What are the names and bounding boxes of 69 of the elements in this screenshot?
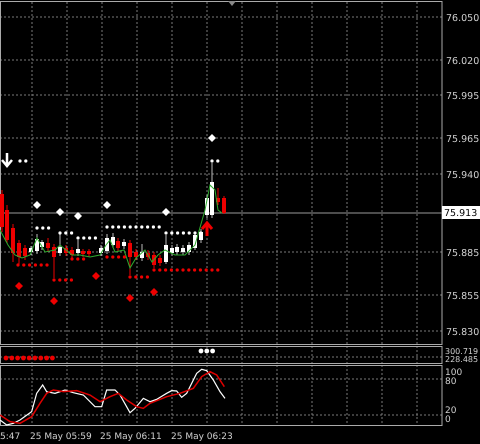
dotted-level-line	[105, 225, 161, 229]
candlestick	[181, 244, 185, 256]
candlestick	[87, 248, 91, 258]
time-axis-label: 25 May 05:59	[30, 432, 92, 442]
indicator-axis-label: 0	[445, 415, 451, 425]
candlestick	[23, 244, 27, 260]
price-axis-label: 75.855	[446, 291, 480, 302]
price-axis-label: 75.995	[446, 91, 480, 102]
indicator-axis-label: 300.719	[445, 347, 478, 356]
dotted-level-line	[152, 268, 220, 272]
candlestick	[58, 234, 62, 256]
dotted-level-line	[18, 159, 28, 163]
dotted-level-line	[16, 263, 49, 267]
candlestick	[52, 244, 56, 278]
diamond-marker	[74, 212, 82, 220]
candlestick	[46, 238, 50, 252]
candlestick	[140, 244, 144, 262]
time-axis-label: 25 May 06:23	[171, 432, 233, 442]
price-axis-label: 75.830	[446, 327, 480, 338]
diamond-marker	[208, 134, 216, 142]
dotted-level-line	[105, 255, 126, 259]
candlestick	[11, 224, 15, 262]
dotted-level-line	[210, 159, 220, 163]
diamond-marker	[15, 282, 23, 290]
diamond-marker	[33, 201, 41, 209]
down-arrow-icon	[0, 152, 14, 168]
candlestick	[134, 248, 138, 260]
candlestick	[29, 246, 33, 256]
dotted-level-line	[70, 257, 86, 261]
candlestick	[17, 240, 21, 266]
candlestick	[187, 242, 191, 256]
candlestick	[122, 238, 126, 250]
price-axis-label: 76.020	[446, 56, 480, 67]
candlestick	[99, 244, 103, 256]
indicator-axis-label: 20	[445, 406, 456, 416]
dotted-level-line	[52, 278, 73, 282]
indicator-axis-label: 100	[445, 368, 462, 378]
current-price-label: 75.913	[442, 206, 480, 219]
diamond-marker	[92, 272, 100, 280]
candlestick	[128, 240, 132, 276]
indicator-axis-label: 228.485	[445, 355, 478, 364]
diamond-marker	[162, 208, 170, 216]
dotted-level-line	[164, 231, 202, 235]
up-arrow-icon	[200, 220, 214, 238]
time-axis-label: 25 May 06:11	[100, 432, 162, 442]
dotted-level-line	[128, 275, 149, 279]
time-axis-label: 5:47	[0, 432, 20, 442]
dotted-level-line	[58, 231, 74, 235]
dotted-level-line	[76, 236, 97, 240]
candlestick	[164, 234, 168, 264]
price-axis-label: 75.965	[446, 134, 480, 145]
candlestick	[105, 234, 109, 254]
price-axis-label: 76.050	[446, 13, 480, 24]
diamond-marker	[103, 201, 111, 209]
candlestick	[152, 252, 156, 268]
candlestick	[64, 244, 68, 256]
diamond-marker	[150, 288, 158, 296]
candlestick	[216, 188, 220, 206]
indicator-axis-label: 80	[445, 377, 456, 387]
diamond-marker	[56, 208, 64, 216]
candlestick	[158, 254, 162, 266]
price-axis-label: 75.885	[446, 248, 480, 259]
diamond-marker	[126, 294, 134, 302]
diamond-marker	[50, 297, 58, 305]
dotted-level-line	[35, 226, 50, 230]
candlestick	[146, 250, 150, 260]
chart-shift-marker-icon[interactable]	[228, 1, 236, 6]
candlestick	[222, 196, 226, 214]
price-axis-label: 75.940	[446, 170, 480, 181]
